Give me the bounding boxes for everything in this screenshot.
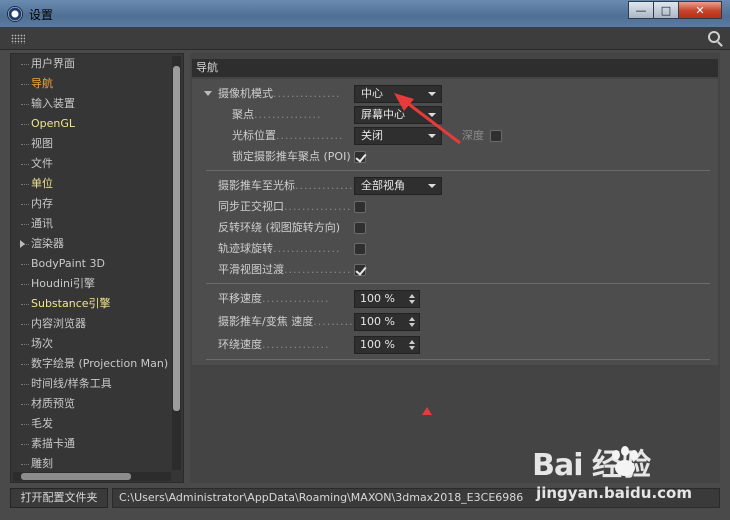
smooth-transition-row: 平滑视图过渡............... xyxy=(218,263,352,276)
dolly-speed-row: 摄影推车/变焦 速度............... xyxy=(218,315,352,328)
sidebar-item-label: OpenGL xyxy=(31,117,76,130)
sidebar-item[interactable]: 雕刻 xyxy=(11,454,173,472)
section-title: 导航 xyxy=(192,59,718,77)
maximize-button[interactable]: □ xyxy=(653,1,679,19)
settings-sidebar: 用户界面导航输入装置 OpenGL 视图文件单位内存通讯渲染器 BodyPaint 3… xyxy=(10,53,184,483)
watermark-url: jingyan.baidu.com xyxy=(536,484,692,502)
sidebar-item-label: BodyPaint 3D xyxy=(31,257,105,270)
divider xyxy=(206,283,710,284)
sidebar-item[interactable]: BodyPaint 3D xyxy=(11,254,173,274)
expand-arrow-icon[interactable] xyxy=(20,240,25,248)
open-config-folder-button[interactable]: 打开配置文件夹 xyxy=(10,488,108,508)
divider xyxy=(206,359,710,360)
sidebar-vertical-scrollbar[interactable] xyxy=(172,56,181,470)
annotation-arrow-icon xyxy=(394,93,461,145)
sync-ortho-row: 同步正交视口............... xyxy=(218,200,352,213)
window-title: 设置 xyxy=(29,8,54,22)
arrow-down-icon[interactable] xyxy=(409,346,415,350)
sidebar-item-label: 渲染器 xyxy=(31,237,64,250)
sidebar-item[interactable]: 毛发 xyxy=(11,414,173,434)
sidebar-item-label: 内容浏览器 xyxy=(31,317,86,330)
sync-ortho-checkbox[interactable] xyxy=(354,201,366,213)
sidebar-item[interactable]: 输入装置 xyxy=(11,94,173,114)
reverse-orbit-label: 反转环绕 (视图旋转方向) xyxy=(218,221,341,234)
arrow-down-icon[interactable] xyxy=(409,323,415,327)
lock-poi-checkbox[interactable] xyxy=(354,151,366,163)
collapse-arrow-icon[interactable] xyxy=(204,91,212,96)
scrollbar-thumb[interactable] xyxy=(21,473,131,480)
sidebar-item-label: 通讯 xyxy=(31,217,53,230)
chevron-down-icon xyxy=(428,184,436,188)
close-button[interactable]: ✕ xyxy=(678,1,722,19)
sidebar-item-label: 毛发 xyxy=(31,417,53,430)
lock-poi-label: 锁定摄影推车聚点 (POI) xyxy=(232,150,351,163)
sidebar-item-label: 数字绘景 (Projection Man) xyxy=(31,357,169,370)
grip-icon[interactable] xyxy=(11,34,25,44)
cinema4d-app-icon xyxy=(7,6,23,22)
depth-checkbox[interactable] xyxy=(490,130,502,142)
search-icon[interactable] xyxy=(708,31,720,43)
sidebar-item[interactable]: 用户界面 xyxy=(11,54,173,74)
title-bar: 设置 — □ ✕ xyxy=(0,0,730,28)
watermark-logo: Bai 经验 xyxy=(532,448,651,483)
sidebar-item[interactable]: 场次 xyxy=(11,334,173,354)
sidebar-item[interactable]: 视图 xyxy=(11,134,173,154)
sidebar-item[interactable]: 文件 xyxy=(11,154,173,174)
sidebar-item-label: 时间线/样条工具 xyxy=(31,377,112,390)
reverse-orbit-checkbox[interactable] xyxy=(354,222,366,234)
dolly-cursor-row: 摄影推车至光标............... xyxy=(218,179,352,192)
sidebar-item-label: 用户界面 xyxy=(31,57,75,70)
focus-row: 聚点............... xyxy=(232,108,322,121)
pan-speed-stepper[interactable]: 100 % xyxy=(354,290,420,308)
sidebar-item-label: 场次 xyxy=(31,337,53,350)
trackball-checkbox[interactable] xyxy=(354,243,366,255)
sidebar-item[interactable]: 通讯 xyxy=(11,214,173,234)
dolly-speed-stepper[interactable]: 100 % xyxy=(354,313,420,331)
toolbar xyxy=(0,28,730,50)
trackball-row: 轨迹球旋转............... xyxy=(218,242,341,255)
sidebar-item[interactable]: 单位 xyxy=(11,174,173,194)
sidebar-item-label: 素描卡通 xyxy=(31,437,75,450)
sidebar-item-label: 雕刻 xyxy=(31,457,53,470)
sidebar-item-label: 单位 xyxy=(31,177,53,190)
settings-main-panel: 导航 摄像机模式............... 中心 聚点...........… xyxy=(190,53,720,483)
arrow-up-icon[interactable] xyxy=(409,294,415,298)
window-controls: — □ ✕ xyxy=(628,1,722,19)
sidebar-item-label: Houdini引擎 xyxy=(31,277,96,290)
sidebar-horizontal-scrollbar[interactable] xyxy=(13,472,171,481)
sidebar-item-label: 材质预览 xyxy=(31,397,75,410)
sidebar-item[interactable]: 内存 xyxy=(11,194,173,214)
sidebar-item[interactable]: 导航 xyxy=(11,74,173,94)
annotation-triangle-icon xyxy=(422,407,432,415)
camera-mode-row: 摄像机模式............... xyxy=(218,87,341,100)
pan-speed-row: 平移速度............... xyxy=(218,292,330,305)
sidebar-item-label: 文件 xyxy=(31,157,53,170)
sidebar-item-label: 导航 xyxy=(31,77,53,90)
sidebar-item[interactable]: 内容浏览器 xyxy=(11,314,173,334)
sidebar-item-label: 内存 xyxy=(31,197,53,210)
sidebar-item[interactable]: Substance引擎 xyxy=(11,294,173,314)
orbit-speed-stepper[interactable]: 100 % xyxy=(354,336,420,354)
sidebar-item-label: 输入装置 xyxy=(31,97,75,110)
sidebar-item[interactable]: 数字绘景 (Projection Man) xyxy=(11,354,173,374)
sidebar-item-label: Substance引擎 xyxy=(31,297,111,310)
sidebar-item[interactable]: 时间线/样条工具 xyxy=(11,374,173,394)
sidebar-item[interactable]: OpenGL xyxy=(11,114,173,134)
sidebar-item[interactable]: 材质预览 xyxy=(11,394,173,414)
arrow-up-icon[interactable] xyxy=(409,317,415,321)
scrollbar-thumb[interactable] xyxy=(173,66,180,411)
cursor-position-row: 光标位置............... xyxy=(232,129,344,142)
arrow-up-icon[interactable] xyxy=(409,340,415,344)
sidebar-list: 用户界面导航输入装置 OpenGL 视图文件单位内存通讯渲染器 BodyPaint 3… xyxy=(11,54,173,472)
smooth-transition-checkbox[interactable] xyxy=(354,264,366,276)
sidebar-item[interactable]: Houdini引擎 xyxy=(11,274,173,294)
dolly-cursor-dropdown[interactable]: 全部视角 xyxy=(354,177,442,195)
sidebar-item[interactable]: 渲染器 xyxy=(11,234,173,254)
orbit-speed-row: 环绕速度............... xyxy=(218,338,330,351)
divider xyxy=(206,170,710,171)
sidebar-item-label: 视图 xyxy=(31,137,53,150)
arrow-down-icon[interactable] xyxy=(409,300,415,304)
sidebar-item[interactable]: 素描卡通 xyxy=(11,434,173,454)
minimize-button[interactable]: — xyxy=(628,1,654,19)
